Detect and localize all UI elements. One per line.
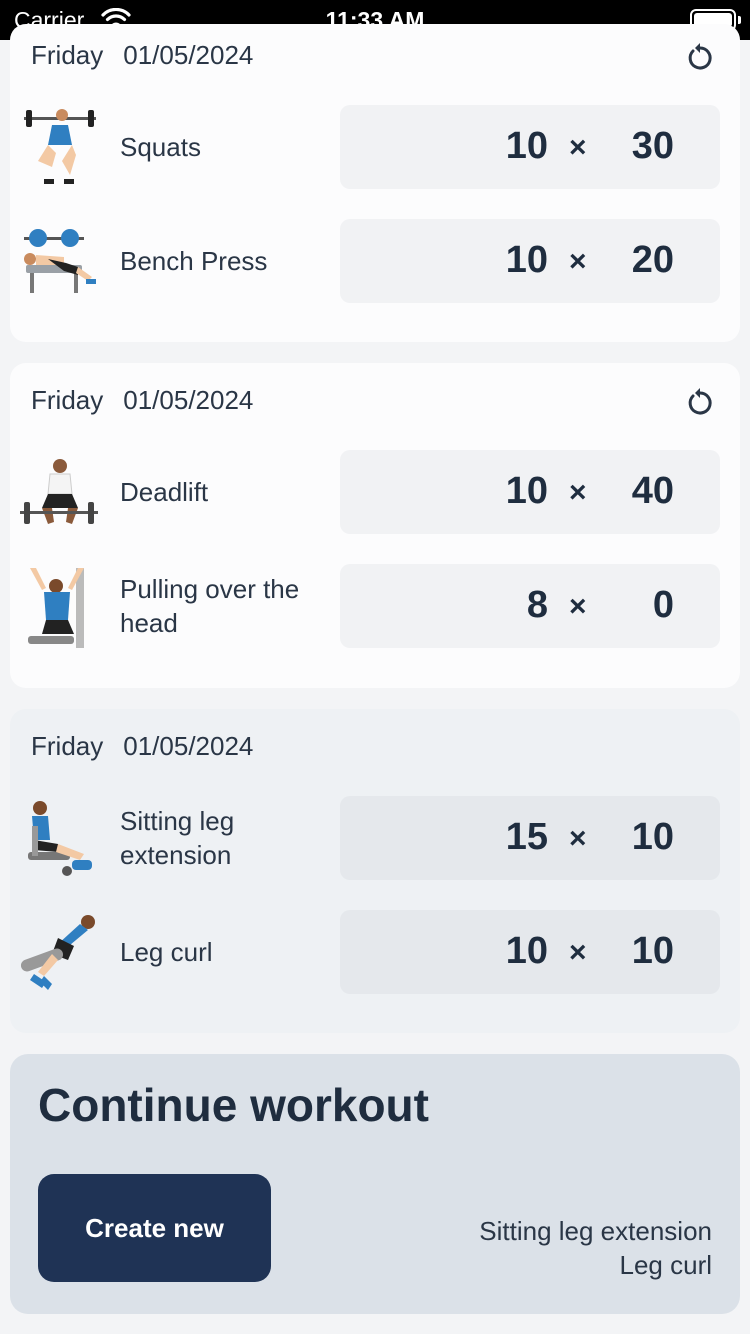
exercise-name: Sitting leg extension bbox=[120, 806, 235, 870]
reps-value: 10 bbox=[505, 930, 548, 972]
continue-exercise-item: Sitting leg extension bbox=[479, 1216, 712, 1246]
exercise-name: Deadlift bbox=[120, 477, 209, 507]
workout-card-2[interactable]: Friday 01/05/2024 Deadlift 10 × 40 Pulli… bbox=[10, 363, 740, 688]
workout-date: 01/05/2024 bbox=[123, 385, 254, 415]
card-date-row: Friday 01/05/2024 bbox=[31, 40, 253, 71]
card-date-row: Friday 01/05/2024 bbox=[31, 385, 253, 416]
exercise-values[interactable]: 10 × 40 bbox=[340, 450, 720, 534]
squat-figure-icon bbox=[24, 109, 96, 184]
workout-day: Friday bbox=[31, 40, 104, 70]
bench-press-figure-icon bbox=[24, 229, 96, 293]
exercise-name: Pulling over the head bbox=[120, 574, 300, 638]
exercise-name: Bench Press bbox=[120, 246, 268, 276]
leg-extension-figure-icon bbox=[28, 801, 92, 876]
create-new-button[interactable]: Create new bbox=[38, 1174, 271, 1282]
reset-icon[interactable] bbox=[684, 42, 716, 74]
reps-value: 8 bbox=[526, 584, 548, 626]
continue-workout-title: Continue workout bbox=[38, 1079, 429, 1131]
exercise-row[interactable]: Sitting leg extension 15 × 10 bbox=[10, 796, 740, 880]
card-date-row: Friday 01/05/2024 bbox=[31, 731, 253, 762]
reps-value: 10 bbox=[505, 470, 548, 512]
exercise-values[interactable]: 10 × 20 bbox=[340, 219, 720, 303]
times-sign: × bbox=[569, 936, 587, 969]
continue-exercise-list[interactable]: Sitting leg extension Leg curl bbox=[479, 1214, 712, 1282]
continue-workout-panel: Continue workout Create new Sitting leg … bbox=[10, 1054, 740, 1314]
reps-value: 10 bbox=[505, 239, 548, 281]
reps-value: 10 bbox=[505, 125, 548, 167]
times-sign: × bbox=[569, 131, 587, 164]
exercise-row[interactable]: Squats 10 × 30 bbox=[10, 105, 740, 189]
exercise-name: Leg curl bbox=[120, 937, 213, 967]
exercise-row[interactable]: Pulling over the head 8 × 0 bbox=[10, 564, 740, 648]
workout-date: 01/05/2024 bbox=[123, 731, 254, 761]
times-sign: × bbox=[569, 590, 587, 623]
exercise-values[interactable]: 15 × 10 bbox=[340, 796, 720, 880]
workout-date: 01/05/2024 bbox=[123, 40, 254, 70]
deadlift-figure-icon bbox=[20, 459, 98, 524]
weight-value: 0 bbox=[652, 584, 674, 626]
exercise-values[interactable]: 8 × 0 bbox=[340, 564, 720, 648]
workout-card-3[interactable]: Friday 01/05/2024 Sitting leg extension 1… bbox=[10, 709, 740, 1033]
times-sign: × bbox=[569, 476, 587, 509]
workout-card-1[interactable]: Friday 01/05/2024 Squats 10 × 30 Bench P… bbox=[10, 24, 740, 342]
exercise-values[interactable]: 10 × 30 bbox=[340, 105, 720, 189]
weight-value: 20 bbox=[631, 239, 674, 281]
workout-day: Friday bbox=[31, 731, 104, 761]
reset-icon[interactable] bbox=[684, 387, 716, 419]
reps-value: 15 bbox=[505, 816, 548, 858]
workout-day: Friday bbox=[31, 385, 104, 415]
weight-value: 10 bbox=[631, 930, 674, 972]
exercise-values[interactable]: 10 × 10 bbox=[340, 910, 720, 994]
exercise-row[interactable]: Bench Press 10 × 20 bbox=[10, 219, 740, 303]
weight-value: 40 bbox=[631, 470, 674, 512]
exercise-row[interactable]: Leg curl 10 × 10 bbox=[10, 910, 740, 994]
leg-curl-figure-icon bbox=[20, 915, 95, 990]
pulldown-figure-icon bbox=[28, 568, 84, 648]
weight-value: 10 bbox=[631, 816, 674, 858]
weight-value: 30 bbox=[631, 125, 674, 167]
times-sign: × bbox=[569, 822, 587, 855]
exercise-name: Squats bbox=[120, 132, 201, 162]
exercise-row[interactable]: Deadlift 10 × 40 bbox=[10, 450, 740, 534]
times-sign: × bbox=[569, 245, 587, 278]
continue-exercise-item: Leg curl bbox=[619, 1250, 713, 1280]
